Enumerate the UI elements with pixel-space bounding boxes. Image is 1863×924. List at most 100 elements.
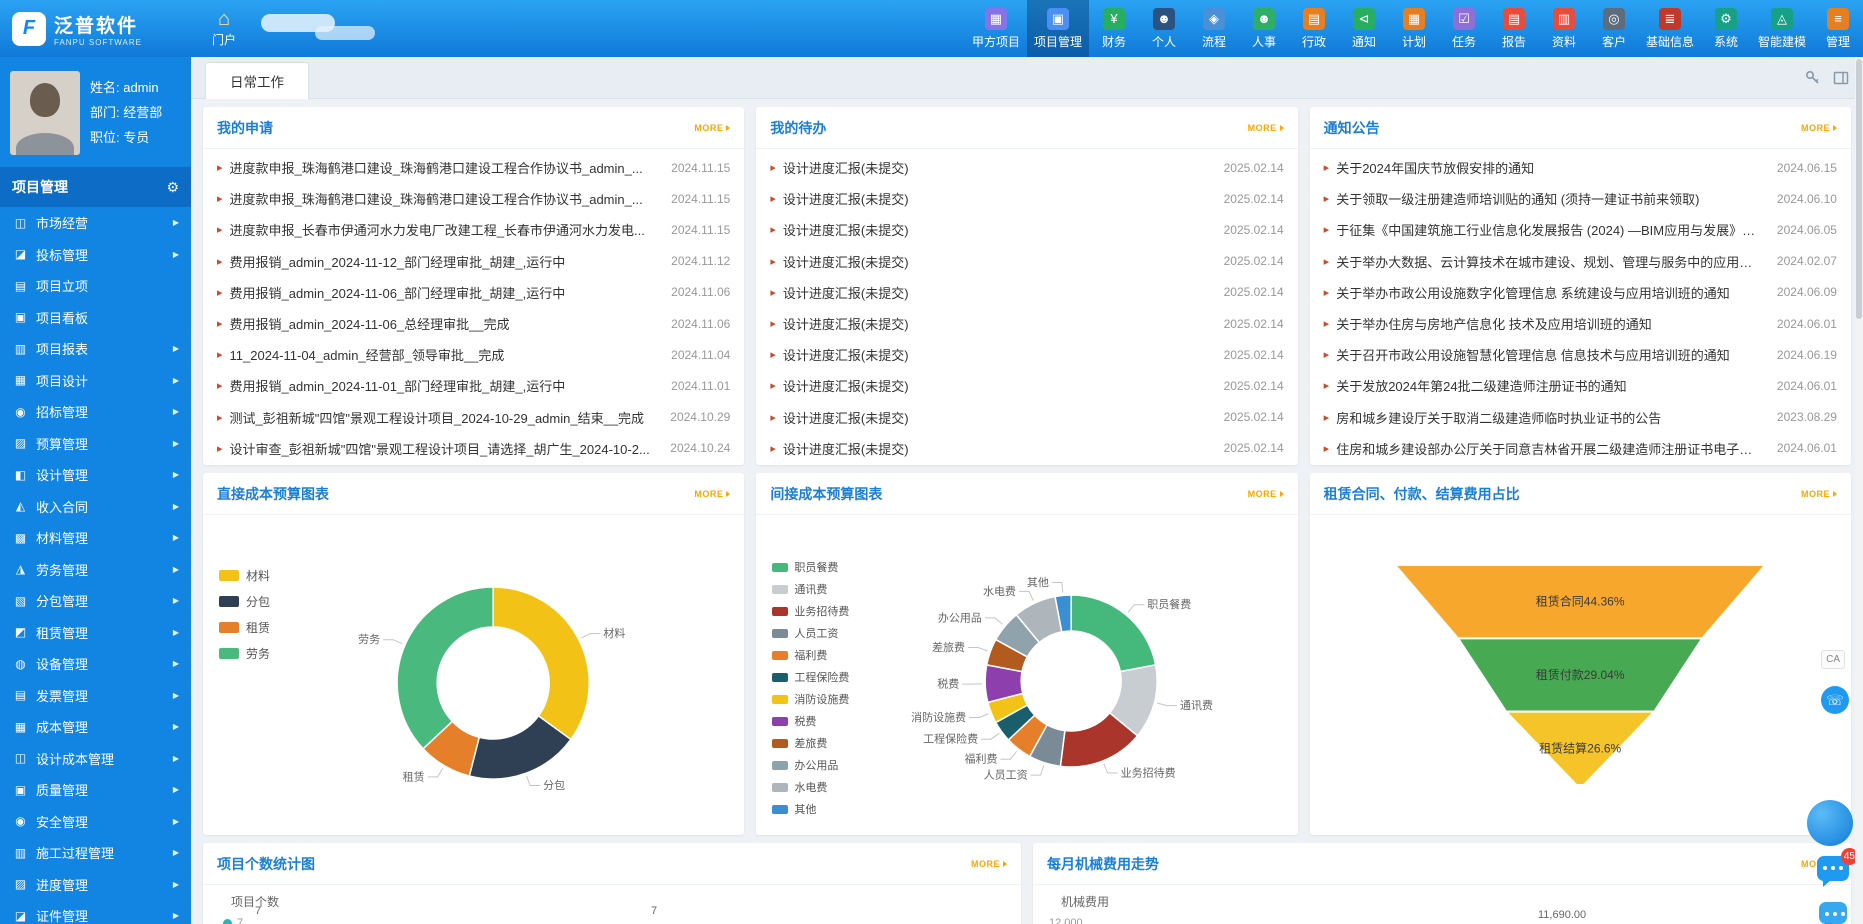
sidebar-item-material[interactable]: ▩材料管理▶ xyxy=(0,522,191,554)
user-avatar[interactable] xyxy=(10,71,80,155)
top-nav-project-management[interactable]: ▣项目管理 xyxy=(1027,0,1089,57)
top-nav-portal[interactable]: ⌂ 门户 xyxy=(191,0,257,57)
pie-slice[interactable] xyxy=(397,587,493,749)
ca-widget[interactable]: CA xyxy=(1821,650,1845,669)
phone-contact-button[interactable]: ☏ xyxy=(1821,686,1849,714)
top-nav-plan[interactable]: ▦计划 xyxy=(1389,0,1439,57)
project-count-chart[interactable]: 项目个数 7 7 7 xyxy=(203,885,1021,924)
lease-funnel-chart[interactable]: 租赁合同44.36%租赁付款29.04%租赁结算26.6% xyxy=(1310,515,1851,835)
list-item[interactable]: ▸设计进度汇报(未提交)2025.02.14 xyxy=(770,370,1283,401)
sidebar-item-project-initiation[interactable]: ▤项目立项 xyxy=(0,270,191,302)
list-item[interactable]: ▸费用报销_admin_2024-11-06_部门经理审批_胡建_,运行中202… xyxy=(217,277,730,308)
list-item[interactable]: ▸设计进度汇报(未提交)2025.02.14 xyxy=(770,402,1283,433)
more-link[interactable]: MORE xyxy=(971,859,1007,869)
direct-cost-donut-chart[interactable]: 材料分包租赁劳务 xyxy=(203,515,744,835)
app-logo[interactable]: F 泛普软件 FANPU SOFTWARE xyxy=(0,0,191,57)
sidebar-item-construction-process[interactable]: ▥施工过程管理▶ xyxy=(0,837,191,869)
sidebar-item-labor[interactable]: ◮劳务管理▶ xyxy=(0,554,191,586)
list-item[interactable]: ▸关于举办住房与房地产信息化 技术及应用培训班的通知2024.06.01 xyxy=(1324,308,1837,339)
key-icon[interactable] xyxy=(1805,70,1821,86)
top-nav-finance[interactable]: ¥财务 xyxy=(1089,0,1139,57)
legend-item[interactable]: 人员工资 xyxy=(772,625,849,641)
sidebar-item-tender[interactable]: ◉招标管理▶ xyxy=(0,396,191,428)
legend-item[interactable]: 劳务 xyxy=(219,645,270,662)
list-item[interactable]: ▸进度款申报_珠海鹤港口建设_珠海鹤港口建设工程合作协议书_admin_...2… xyxy=(217,183,730,214)
sidebar-item-progress[interactable]: ▨进度管理▶ xyxy=(0,869,191,901)
sidebar-item-design-cost[interactable]: ◫设计成本管理▶ xyxy=(0,743,191,775)
list-item[interactable]: ▸关于2024年国庆节放假安排的通知2024.06.15 xyxy=(1324,152,1837,183)
sidebar-item-safety[interactable]: ◉安全管理▶ xyxy=(0,806,191,838)
top-nav-system[interactable]: ⚙系统 xyxy=(1701,0,1751,57)
sidebar-item-project-report[interactable]: ▥项目报表▶ xyxy=(0,333,191,365)
list-item[interactable]: ▸费用报销_admin_2024-11-12_部门经理审批_胡建_,运行中202… xyxy=(217,246,730,277)
list-item[interactable]: ▸关于举办市政公用设施数字化管理信息 系统建设与应用培训班的通知2024.06.… xyxy=(1324,277,1837,308)
sidebar-item-income-contract[interactable]: ◭收入合同▶ xyxy=(0,491,191,523)
pie-slice[interactable] xyxy=(1071,595,1155,672)
top-nav-customer[interactable]: ◎客户 xyxy=(1589,0,1639,57)
sidebar-item-cost[interactable]: ▦成本管理▶ xyxy=(0,711,191,743)
legend-item[interactable]: 差旅费 xyxy=(772,735,849,751)
sidebar-item-certificate[interactable]: ◪证件管理▶ xyxy=(0,900,191,924)
legend-item[interactable]: 工程保险费 xyxy=(772,669,849,685)
top-nav-management[interactable]: ≡管理 xyxy=(1813,0,1863,57)
list-item[interactable]: ▸关于领取一级注册建造师培训贴的通知 (须持一建证书前来领取)2024.06.1… xyxy=(1324,183,1837,214)
list-item[interactable]: ▸于征集《中国建筑施工行业信息化发展报告 (2024) —BIM应用与发展》材料… xyxy=(1324,214,1837,245)
list-item[interactable]: ▸测试_彭祖新城"四馆"景观工程设计项目_2024-10-29_admin_结束… xyxy=(217,402,730,433)
more-link[interactable]: MORE xyxy=(1801,123,1837,133)
legend-item[interactable]: 业务招待费 xyxy=(772,603,849,619)
more-link[interactable]: MORE xyxy=(1248,123,1284,133)
legend-item[interactable]: 职员餐费 xyxy=(772,559,849,575)
list-item[interactable]: ▸设计进度汇报(未提交)2025.02.14 xyxy=(770,433,1283,464)
top-nav-task[interactable]: ☑任务 xyxy=(1439,0,1489,57)
legend-item[interactable]: 税费 xyxy=(772,713,849,729)
list-item[interactable]: ▸设计进度汇报(未提交)2025.02.14 xyxy=(770,277,1283,308)
list-item[interactable]: ▸设计进度汇报(未提交)2025.02.14 xyxy=(770,246,1283,277)
list-item[interactable]: ▸设计进度汇报(未提交)2025.02.14 xyxy=(770,183,1283,214)
list-item[interactable]: ▸11_2024-11-04_admin_经营部_领导审批__完成2024.11… xyxy=(217,339,730,370)
more-link[interactable]: MORE xyxy=(1248,489,1284,499)
top-nav-report[interactable]: ▤报告 xyxy=(1489,0,1539,57)
legend-item[interactable]: 材料 xyxy=(219,567,270,584)
top-nav-process[interactable]: ◈流程 xyxy=(1189,0,1239,57)
chat-button[interactable]: 45 xyxy=(1817,856,1849,881)
sidebar-item-lease[interactable]: ◩租赁管理▶ xyxy=(0,617,191,649)
list-item[interactable]: ▸设计进度汇报(未提交)2025.02.14 xyxy=(770,214,1283,245)
scrollbar-thumb[interactable] xyxy=(1856,59,1862,319)
list-item[interactable]: ▸进度款申报_长春市伊通河水力发电厂改建工程_长春市伊通河水力发电...2024… xyxy=(217,214,730,245)
pie-slice[interactable] xyxy=(493,587,589,739)
legend-item[interactable]: 福利费 xyxy=(772,647,849,663)
list-item[interactable]: ▸进度款申报_珠海鹤港口建设_珠海鹤港口建设工程合作协议书_admin_...2… xyxy=(217,152,730,183)
legend-item[interactable]: 租赁 xyxy=(219,619,270,636)
list-item[interactable]: ▸设计审查_彭祖新城"四馆"景观工程设计项目_请选择_胡广生_2024-10-2… xyxy=(217,433,730,464)
sidebar-item-market[interactable]: ◫市场经营▶ xyxy=(0,207,191,239)
sidebar-item-bidding[interactable]: ◪投标管理▶ xyxy=(0,239,191,271)
chat-button-secondary[interactable] xyxy=(1819,902,1847,924)
list-item[interactable]: ▸设计进度汇报(未提交)2025.02.14 xyxy=(770,152,1283,183)
list-item[interactable]: ▸设计进度汇报(未提交)2025.02.14 xyxy=(770,308,1283,339)
legend-item[interactable]: 其他 xyxy=(772,801,849,817)
tab-daily-work[interactable]: 日常工作 xyxy=(205,62,309,99)
sidebar-item-invoice[interactable]: ▤发票管理▶ xyxy=(0,680,191,712)
sidebar-item-budget[interactable]: ▨预算管理▶ xyxy=(0,428,191,460)
legend-item[interactable]: 水电费 xyxy=(772,779,849,795)
more-link[interactable]: MORE xyxy=(694,123,730,133)
sidebar-item-project-kanban[interactable]: ▣项目看板 xyxy=(0,302,191,334)
sidebar-item-subcontract[interactable]: ▧分包管理▶ xyxy=(0,585,191,617)
top-nav-base-info[interactable]: ≣基础信息 xyxy=(1639,0,1701,57)
top-nav-notification[interactable]: ⊲通知 xyxy=(1339,0,1389,57)
more-link[interactable]: MORE xyxy=(694,489,730,499)
sidebar-item-project-design[interactable]: ▦项目设计▶ xyxy=(0,365,191,397)
list-item[interactable]: ▸费用报销_admin_2024-11-01_部门经理审批_胡建_,运行中202… xyxy=(217,370,730,401)
list-item[interactable]: ▸设计进度汇报(未提交)2025.02.14 xyxy=(770,339,1283,370)
gear-icon[interactable]: ⚙ xyxy=(166,179,179,196)
sidebar-item-equipment[interactable]: ◍设备管理▶ xyxy=(0,648,191,680)
list-item[interactable]: ▸关于举办大数据、云计算技术在城市建设、规划、管理与服务中的应用培训班...20… xyxy=(1324,246,1837,277)
floating-action-button[interactable] xyxy=(1807,800,1853,846)
vertical-scrollbar[interactable] xyxy=(1855,57,1863,924)
top-nav-document[interactable]: ▥资料 xyxy=(1539,0,1589,57)
layout-toggle-icon[interactable] xyxy=(1833,70,1849,86)
machine-cost-chart[interactable]: 机械费用 11,690.00 12,000 xyxy=(1033,885,1851,924)
legend-item[interactable]: 消防设施费 xyxy=(772,691,849,707)
list-item[interactable]: ▸房和城乡建设厅关于取消二级建造师临时执业证书的公告2023.08.29 xyxy=(1324,402,1837,433)
top-nav-administration[interactable]: ▤行政 xyxy=(1289,0,1339,57)
